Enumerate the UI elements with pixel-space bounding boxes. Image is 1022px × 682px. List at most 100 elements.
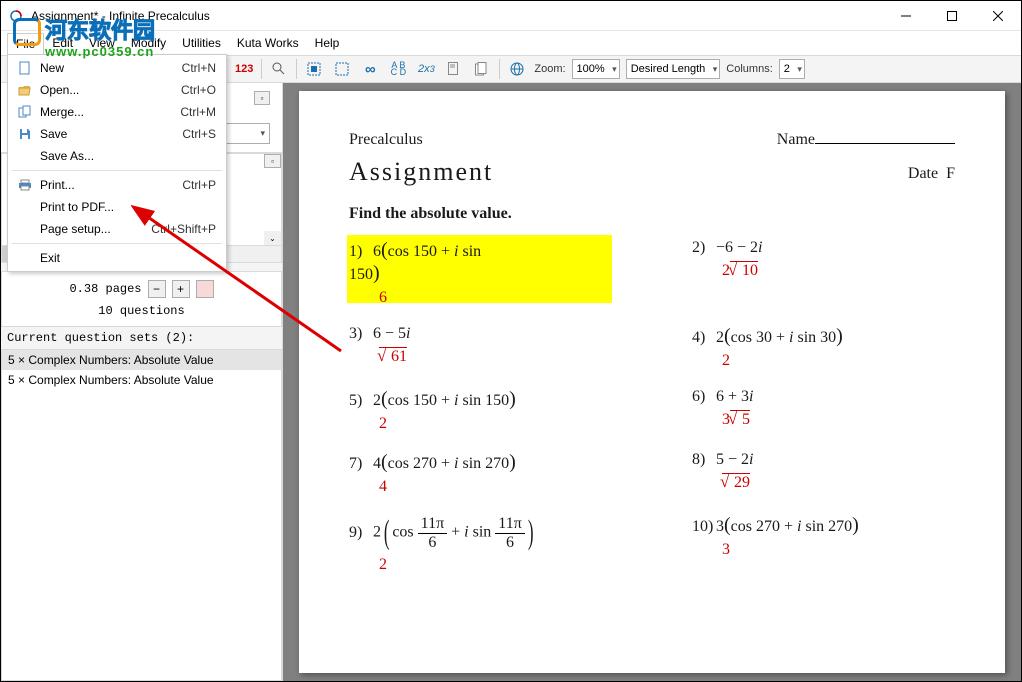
menu-merge-label: Merge... xyxy=(40,105,180,119)
menu-exit-label: Exit xyxy=(40,251,216,265)
question-number: 9) xyxy=(349,524,373,542)
abc-icon[interactable]: A BC D xyxy=(387,58,409,80)
menu-merge-shortcut: Ctrl+M xyxy=(180,105,216,119)
menu-open-shortcut: Ctrl+O xyxy=(181,83,216,97)
sheets-icon[interactable] xyxy=(471,58,493,80)
scroll-down-button[interactable]: ⌄ xyxy=(264,231,281,245)
sets-label: Current question sets (2): xyxy=(1,327,282,349)
menu-open-label: Open... xyxy=(40,83,181,97)
zoom-select[interactable]: 100% xyxy=(572,59,620,79)
question-number: 6) xyxy=(692,388,716,406)
document-viewport[interactable]: Precalculus Name Assignment Date F Find … xyxy=(283,83,1021,681)
app-icon xyxy=(1,9,31,23)
toolbar-separator xyxy=(296,59,297,79)
answer: 2 xyxy=(379,415,612,433)
remove-button[interactable] xyxy=(196,280,214,298)
question-1[interactable]: 1)6(cos 150 + i sin 150) 6 xyxy=(349,239,612,307)
menu-edit[interactable]: Edit xyxy=(44,33,81,53)
magnifier-icon[interactable] xyxy=(268,58,290,80)
question-number: 8) xyxy=(692,451,716,469)
question-9[interactable]: 9)2(cos 11π6 + i sin 11π6) 2 xyxy=(349,514,612,574)
menu-print[interactable]: Print... Ctrl+P xyxy=(10,174,224,196)
menu-exit[interactable]: Exit xyxy=(10,247,224,269)
columns-select[interactable]: 2 xyxy=(779,59,805,79)
menu-pagesetup-shortcut: Ctrl+Shift+P xyxy=(151,222,216,236)
menu-file[interactable]: File xyxy=(7,33,44,54)
question-8[interactable]: 8)5 − 2i 29 xyxy=(692,451,955,496)
toolbar-separator xyxy=(499,59,500,79)
minimize-button[interactable] xyxy=(883,1,929,31)
infinity-icon[interactable]: ∞ xyxy=(359,58,381,80)
globe-icon[interactable] xyxy=(506,58,528,80)
question-10[interactable]: 10)3(cos 270 + i sin 270) 3 xyxy=(692,514,955,574)
columns-label: Columns: xyxy=(726,63,772,75)
select-full-icon[interactable] xyxy=(303,58,325,80)
window-title: Assignment* - Infinite Precalculus xyxy=(31,9,883,23)
answer: 2 xyxy=(722,352,955,370)
answer: 35 xyxy=(722,410,955,429)
menu-print-to-pdf[interactable]: Print to PDF... xyxy=(10,196,224,218)
document-page: Precalculus Name Assignment Date F Find … xyxy=(299,91,1005,673)
menu-new-shortcut: Ctrl+N xyxy=(182,61,216,75)
menu-utilities[interactable]: Utilities xyxy=(174,33,229,53)
course-title: Precalculus xyxy=(349,131,423,149)
select-partial-icon[interactable] xyxy=(331,58,353,80)
question-5[interactable]: 5)2(cos 150 + i sin 150) 2 xyxy=(349,388,612,433)
toolbar-numbers[interactable]: 123 xyxy=(233,58,255,80)
menu-help[interactable]: Help xyxy=(307,33,348,53)
question-3[interactable]: 3)6 − 5i 61 xyxy=(349,325,612,370)
maximize-button[interactable] xyxy=(929,1,975,31)
menu-save-as[interactable]: Save As... xyxy=(10,145,224,167)
menu-page-setup[interactable]: Page setup... Ctrl+Shift+P xyxy=(10,218,224,240)
sheet-icon[interactable] xyxy=(443,58,465,80)
answer: 61 xyxy=(379,347,612,366)
question-6[interactable]: 6)6 + 3i 35 xyxy=(692,388,955,433)
increase-button[interactable]: + xyxy=(172,280,190,298)
save-icon xyxy=(18,127,40,141)
formula-icon[interactable]: 2x3 xyxy=(415,58,437,80)
stats-box: 0.38 pages − + 10 questions xyxy=(1,271,282,327)
question-grid: 1)6(cos 150 + i sin 150) 6 2)−6 − 2i 210… xyxy=(349,239,955,574)
page-count: 0.38 pages xyxy=(69,282,141,296)
close-button[interactable] xyxy=(975,1,1021,31)
name-label: Name xyxy=(777,131,815,148)
menu-kuta-works[interactable]: Kuta Works xyxy=(229,33,307,53)
answer: 2 xyxy=(379,556,612,574)
menu-print-shortcut: Ctrl+P xyxy=(182,178,216,192)
menu-new[interactable]: New Ctrl+N xyxy=(10,57,224,79)
panel-collapse-button[interactable]: ▫ xyxy=(254,91,270,105)
question-7[interactable]: 7)4(cos 270 + i sin 270) 4 xyxy=(349,451,612,496)
question-number: 1) xyxy=(349,243,373,261)
file-menu-dropdown: New Ctrl+N Open... Ctrl+O Merge... Ctrl+… xyxy=(7,54,227,272)
menu-open[interactable]: Open... Ctrl+O xyxy=(10,79,224,101)
instruction-text: Find the absolute value. xyxy=(349,205,955,223)
menu-save-shortcut: Ctrl+S xyxy=(182,127,216,141)
new-file-icon xyxy=(18,61,40,75)
menu-printpdf-label: Print to PDF... xyxy=(40,200,216,214)
question-2[interactable]: 2)−6 − 2i 210 xyxy=(692,239,955,307)
toolbar-separator xyxy=(261,59,262,79)
menu-pagesetup-label: Page setup... xyxy=(40,222,151,236)
menu-save[interactable]: Save Ctrl+S xyxy=(10,123,224,145)
question-number: 10) xyxy=(692,518,716,536)
menu-save-label: Save xyxy=(40,127,182,141)
panel-toggle-button[interactable]: ▫ xyxy=(264,154,281,168)
question-4[interactable]: 4)2(cos 30 + i sin 30) 2 xyxy=(692,325,955,370)
question-number: 4) xyxy=(692,329,716,347)
menu-print-label: Print... xyxy=(40,178,182,192)
question-number: 7) xyxy=(349,455,373,473)
name-blank xyxy=(815,143,955,144)
merge-icon xyxy=(18,105,40,119)
answer: 210 xyxy=(722,261,955,280)
decrease-button[interactable]: − xyxy=(148,280,166,298)
question-count: 10 questions xyxy=(98,304,184,318)
desired-length-select[interactable]: Desired Length xyxy=(626,59,721,79)
question-set-row[interactable]: 5 × Complex Numbers: Absolute Value xyxy=(2,370,281,390)
titlebar: Assignment* - Infinite Precalculus xyxy=(1,1,1021,31)
menu-merge[interactable]: Merge... Ctrl+M xyxy=(10,101,224,123)
menu-view[interactable]: View xyxy=(81,33,123,53)
menu-modify[interactable]: Modify xyxy=(123,33,174,53)
question-set-row[interactable]: 5 × Complex Numbers: Absolute Value xyxy=(2,350,281,370)
printer-icon xyxy=(18,178,40,192)
date-label: Date xyxy=(908,165,938,182)
